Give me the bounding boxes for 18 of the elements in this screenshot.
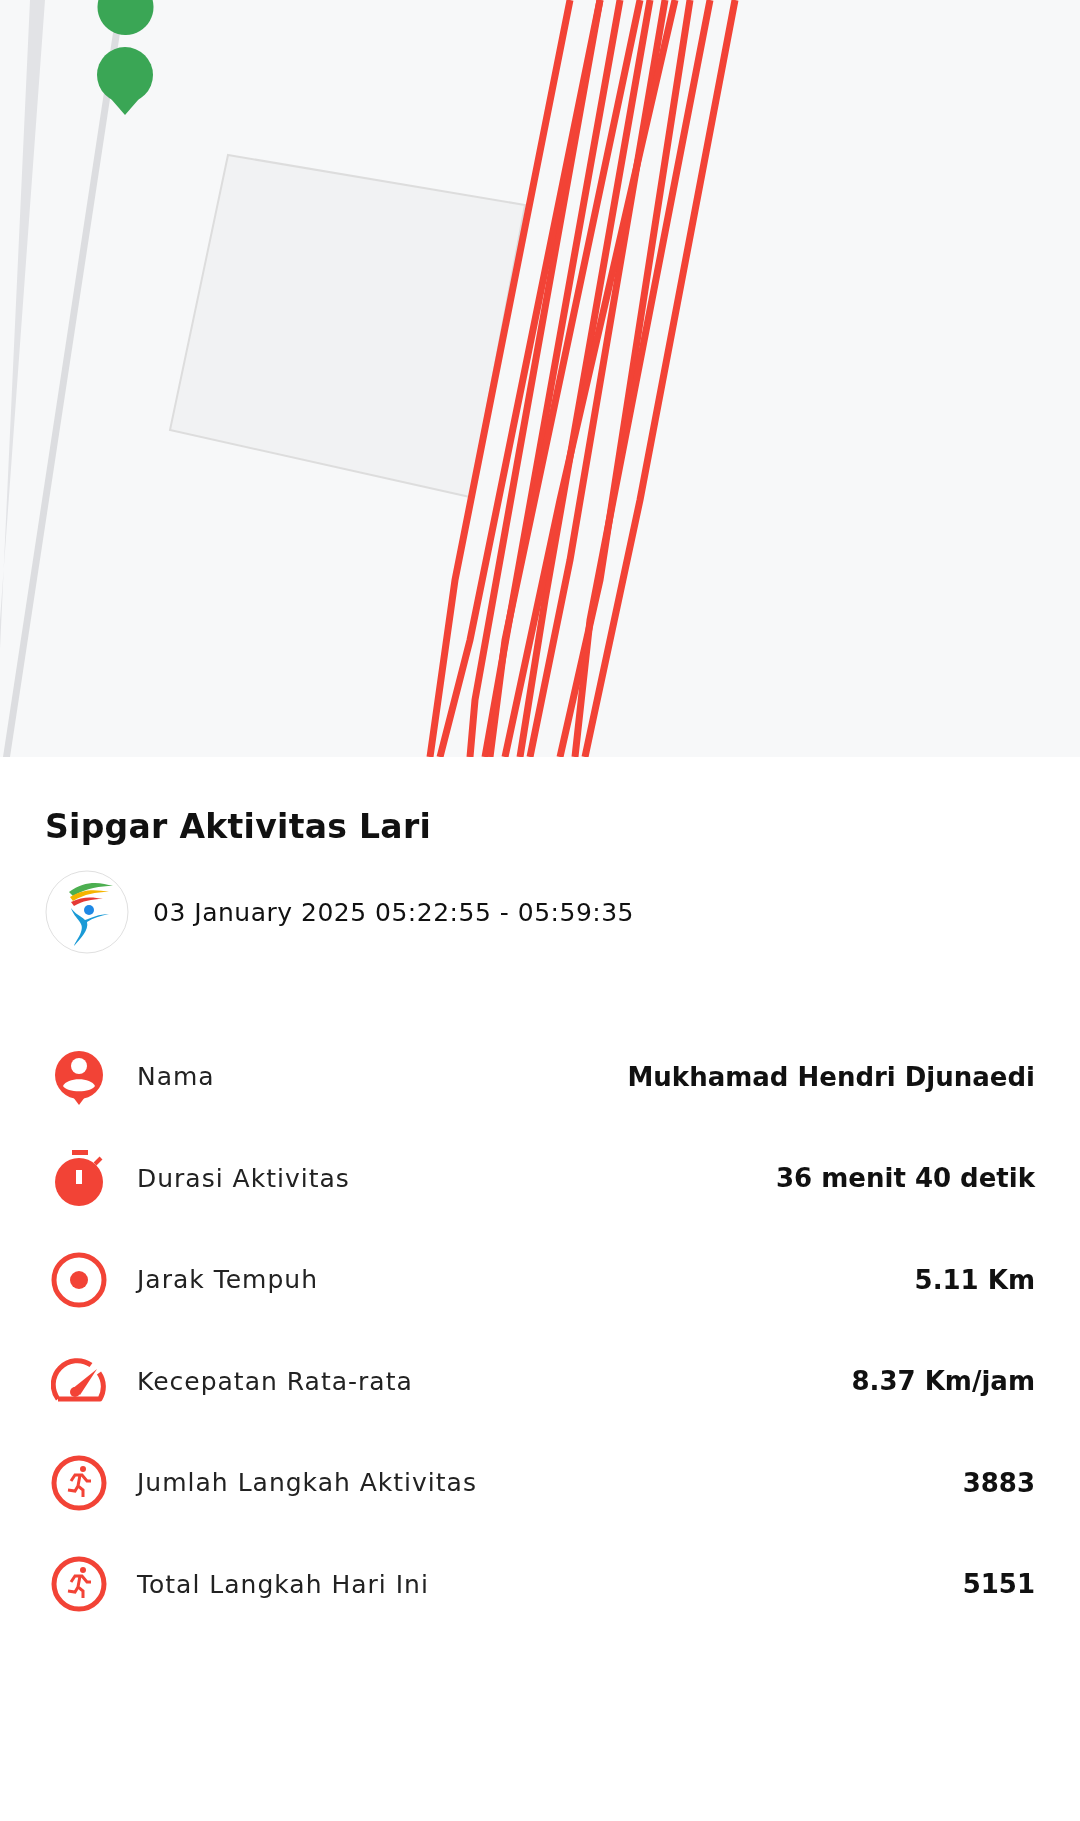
stat-value: 3883 xyxy=(962,1467,1035,1498)
stat-label: Nama xyxy=(137,1062,215,1092)
stat-label: Durasi Aktivitas xyxy=(137,1163,350,1193)
stat-value: Mukhamad Hendri Djunaedi xyxy=(627,1061,1035,1092)
stat-value: 5.11 Km xyxy=(914,1264,1035,1295)
running-person-icon xyxy=(51,1556,107,1613)
stat-value: 36 menit 40 detik xyxy=(776,1163,1035,1194)
stat-value: 5151 xyxy=(962,1569,1035,1600)
stat-value: 8.37 Km/jam xyxy=(851,1366,1035,1397)
running-person-icon xyxy=(51,1454,107,1511)
date-time-range: 03 January 2025 05:22:55 - 05:59:35 xyxy=(153,897,635,927)
stat-label: Total Langkah Hari Ini xyxy=(137,1569,429,1599)
stat-label: Jumlah Langkah Aktivitas xyxy=(137,1468,477,1498)
stat-label: Kecepatan Rata-rata xyxy=(137,1366,413,1396)
logo-icon xyxy=(45,870,129,954)
activity-title: Sipgar Aktivitas Lari xyxy=(45,807,433,846)
target-icon xyxy=(51,1251,107,1308)
stat-label: Jarak Tempuh xyxy=(137,1265,319,1295)
